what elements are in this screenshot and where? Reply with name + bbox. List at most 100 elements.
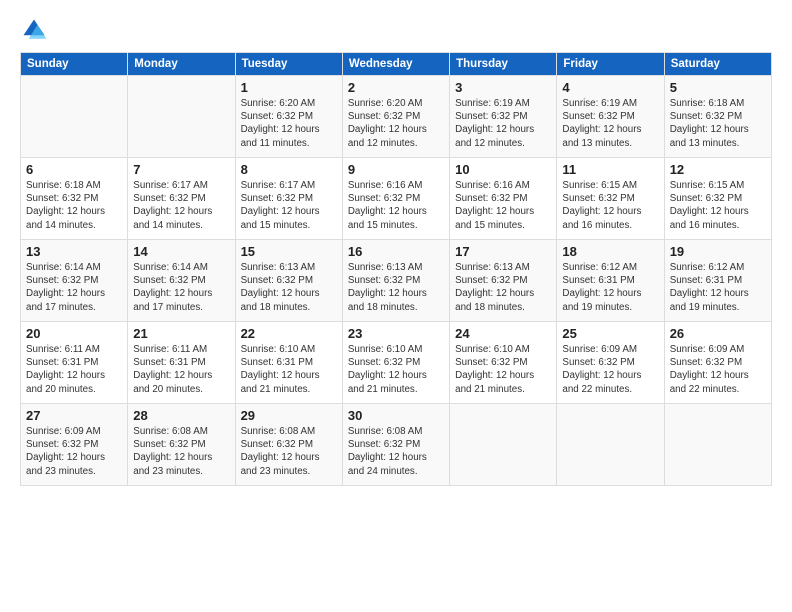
weekday-header-tuesday: Tuesday (235, 53, 342, 76)
calendar-cell: 9Sunrise: 6:16 AM Sunset: 6:32 PM Daylig… (342, 158, 449, 240)
day-info: Sunrise: 6:12 AM Sunset: 6:31 PM Dayligh… (562, 261, 658, 314)
calendar-cell: 1Sunrise: 6:20 AM Sunset: 6:32 PM Daylig… (235, 76, 342, 158)
calendar-cell: 30 Sunrise: 6:08 AM Sunset: 6:32 PM Dayli… (342, 404, 449, 486)
calendar-cell: 8 Sunrise: 6:17 AM Sunset: 6:32 PM Daylig… (235, 158, 342, 240)
calendar-cell: 26 Sunrise: 6:09 AM Sunset: 6:32 PM Dayli… (664, 322, 771, 404)
day-info: Sunrise: 6:13 AM Sunset: 6:32 PM Dayligh… (348, 261, 444, 314)
calendar-cell: 7 Sunrise: 6:17 AM Sunset: 6:32 PM Daylig… (128, 158, 235, 240)
day-number: 22 (241, 326, 337, 341)
page: SundayMondayTuesdayWednesdayThursdayFrid… (0, 0, 792, 612)
day-number: 7 (133, 162, 229, 177)
day-number: 8 (241, 162, 337, 177)
day-number: 3 (455, 80, 551, 95)
calendar-cell: 13 Sunrise: 6:14 AM Sunset: 6:32 PM Dayli… (21, 240, 128, 322)
calendar-cell: 18 Sunrise: 6:12 AM Sunset: 6:31 PM Dayli… (557, 240, 664, 322)
calendar-cell: 27 Sunrise: 6:09 AM Sunset: 6:32 PM Dayli… (21, 404, 128, 486)
calendar-cell: 6 Sunrise: 6:18 AM Sunset: 6:32 PM Daylig… (21, 158, 128, 240)
day-number: 5 (670, 80, 766, 95)
day-number: 28 (133, 408, 229, 423)
calendar-week-4: 20 Sunrise: 6:11 AM Sunset: 6:31 PM Dayli… (21, 322, 772, 404)
day-number: 4 (562, 80, 658, 95)
day-number: 27 (26, 408, 122, 423)
day-number: 24 (455, 326, 551, 341)
day-number: 9 (348, 162, 444, 177)
day-number: 16 (348, 244, 444, 259)
weekday-header-sunday: Sunday (21, 53, 128, 76)
day-info: Sunrise: 6:14 AM Sunset: 6:32 PM Dayligh… (26, 261, 122, 314)
calendar-cell: 24Sunrise: 6:10 AM Sunset: 6:32 PM Dayli… (450, 322, 557, 404)
day-info: Sunrise: 6:20 AM Sunset: 6:32 PM Dayligh… (241, 97, 337, 150)
day-number: 29 (241, 408, 337, 423)
day-info: Sunrise: 6:18 AM Sunset: 6:32 PM Dayligh… (26, 179, 122, 232)
day-info: Sunrise: 6:17 AM Sunset: 6:32 PM Dayligh… (133, 179, 229, 232)
day-number: 12 (670, 162, 766, 177)
day-info: Sunrise: 6:10 AM Sunset: 6:32 PM Dayligh… (348, 343, 444, 396)
calendar-header: SundayMondayTuesdayWednesdayThursdayFrid… (21, 53, 772, 76)
day-info: Sunrise: 6:13 AM Sunset: 6:32 PM Dayligh… (455, 261, 551, 314)
day-info: Sunrise: 6:10 AM Sunset: 6:31 PM Dayligh… (241, 343, 337, 396)
calendar-week-5: 27 Sunrise: 6:09 AM Sunset: 6:32 PM Dayli… (21, 404, 772, 486)
day-number: 26 (670, 326, 766, 341)
header (20, 16, 772, 44)
day-info: Sunrise: 6:17 AM Sunset: 6:32 PM Dayligh… (241, 179, 337, 232)
day-info: Sunrise: 6:15 AM Sunset: 6:32 PM Dayligh… (670, 179, 766, 232)
day-info: Sunrise: 6:08 AM Sunset: 6:32 PM Dayligh… (241, 425, 337, 478)
logo (20, 16, 52, 44)
day-info: Sunrise: 6:14 AM Sunset: 6:32 PM Dayligh… (133, 261, 229, 314)
day-info: Sunrise: 6:13 AM Sunset: 6:32 PM Dayligh… (241, 261, 337, 314)
calendar-cell (664, 404, 771, 486)
weekday-header-friday: Friday (557, 53, 664, 76)
day-number: 15 (241, 244, 337, 259)
calendar-cell: 10 Sunrise: 6:16 AM Sunset: 6:32 PM Dayli… (450, 158, 557, 240)
calendar-cell: 5 Sunrise: 6:18 AM Sunset: 6:32 PM Daylig… (664, 76, 771, 158)
day-info: Sunrise: 6:19 AM Sunset: 6:32 PM Dayligh… (562, 97, 658, 150)
day-info: Sunrise: 6:08 AM Sunset: 6:32 PM Dayligh… (133, 425, 229, 478)
calendar-cell (557, 404, 664, 486)
calendar-week-1: 1Sunrise: 6:20 AM Sunset: 6:32 PM Daylig… (21, 76, 772, 158)
day-number: 6 (26, 162, 122, 177)
day-number: 13 (26, 244, 122, 259)
weekday-header-wednesday: Wednesday (342, 53, 449, 76)
day-info: Sunrise: 6:11 AM Sunset: 6:31 PM Dayligh… (26, 343, 122, 396)
calendar-cell: 20 Sunrise: 6:11 AM Sunset: 6:31 PM Dayli… (21, 322, 128, 404)
day-info: Sunrise: 6:15 AM Sunset: 6:32 PM Dayligh… (562, 179, 658, 232)
calendar-week-2: 6 Sunrise: 6:18 AM Sunset: 6:32 PM Daylig… (21, 158, 772, 240)
day-number: 17 (455, 244, 551, 259)
day-info: Sunrise: 6:09 AM Sunset: 6:32 PM Dayligh… (670, 343, 766, 396)
day-number: 18 (562, 244, 658, 259)
calendar-cell: 16 Sunrise: 6:13 AM Sunset: 6:32 PM Dayli… (342, 240, 449, 322)
calendar-cell: 22 Sunrise: 6:10 AM Sunset: 6:31 PM Dayli… (235, 322, 342, 404)
day-number: 23 (348, 326, 444, 341)
day-info: Sunrise: 6:09 AM Sunset: 6:32 PM Dayligh… (26, 425, 122, 478)
calendar-cell: 25 Sunrise: 6:09 AM Sunset: 6:32 PM Dayli… (557, 322, 664, 404)
day-info: Sunrise: 6:09 AM Sunset: 6:32 PM Dayligh… (562, 343, 658, 396)
calendar-cell: 17 Sunrise: 6:13 AM Sunset: 6:32 PM Dayli… (450, 240, 557, 322)
day-number: 10 (455, 162, 551, 177)
calendar-cell: 3Sunrise: 6:19 AM Sunset: 6:32 PM Daylig… (450, 76, 557, 158)
calendar-cell: 2Sunrise: 6:20 AM Sunset: 6:32 PM Daylig… (342, 76, 449, 158)
weekday-row: SundayMondayTuesdayWednesdayThursdayFrid… (21, 53, 772, 76)
day-number: 30 (348, 408, 444, 423)
day-info: Sunrise: 6:12 AM Sunset: 6:31 PM Dayligh… (670, 261, 766, 314)
calendar-cell: 4 Sunrise: 6:19 AM Sunset: 6:32 PM Daylig… (557, 76, 664, 158)
day-number: 14 (133, 244, 229, 259)
calendar-cell (128, 76, 235, 158)
day-info: Sunrise: 6:18 AM Sunset: 6:32 PM Dayligh… (670, 97, 766, 150)
weekday-header-monday: Monday (128, 53, 235, 76)
day-number: 2 (348, 80, 444, 95)
day-info: Sunrise: 6:08 AM Sunset: 6:32 PM Dayligh… (348, 425, 444, 478)
day-number: 25 (562, 326, 658, 341)
day-number: 20 (26, 326, 122, 341)
day-info: Sunrise: 6:11 AM Sunset: 6:31 PM Dayligh… (133, 343, 229, 396)
calendar-cell: 15 Sunrise: 6:13 AM Sunset: 6:32 PM Dayli… (235, 240, 342, 322)
calendar-cell: 23 Sunrise: 6:10 AM Sunset: 6:32 PM Dayli… (342, 322, 449, 404)
calendar-cell (21, 76, 128, 158)
calendar-cell: 29 Sunrise: 6:08 AM Sunset: 6:32 PM Dayli… (235, 404, 342, 486)
weekday-header-saturday: Saturday (664, 53, 771, 76)
calendar-cell: 11Sunrise: 6:15 AM Sunset: 6:32 PM Dayli… (557, 158, 664, 240)
calendar-body: 1Sunrise: 6:20 AM Sunset: 6:32 PM Daylig… (21, 76, 772, 486)
day-number: 21 (133, 326, 229, 341)
calendar-cell: 14 Sunrise: 6:14 AM Sunset: 6:32 PM Dayli… (128, 240, 235, 322)
calendar-cell: 21 Sunrise: 6:11 AM Sunset: 6:31 PM Dayli… (128, 322, 235, 404)
day-info: Sunrise: 6:16 AM Sunset: 6:32 PM Dayligh… (455, 179, 551, 232)
